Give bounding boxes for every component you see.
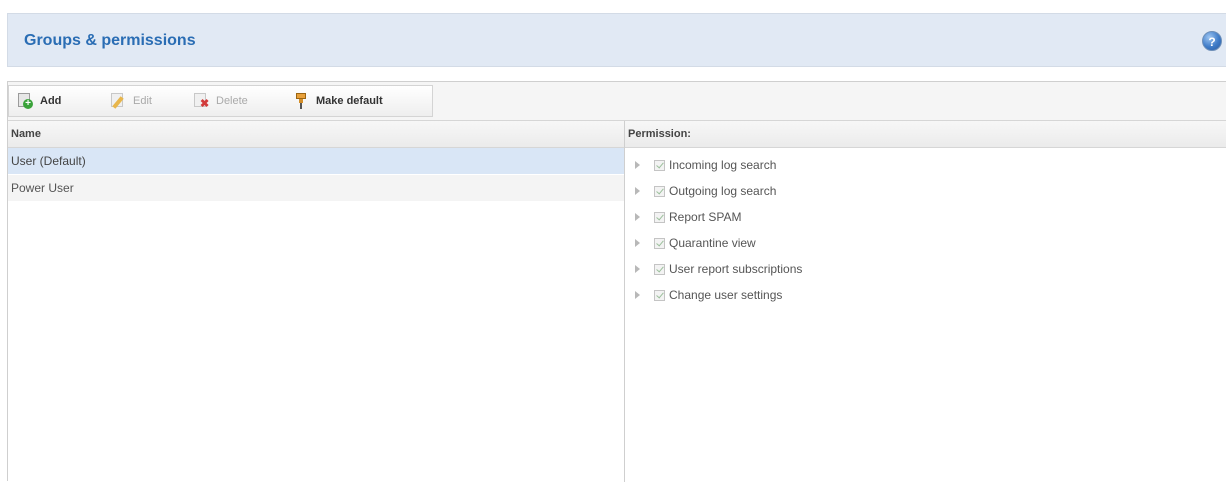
add-icon: + [17,93,33,109]
page-header: Groups & permissions ? [7,13,1226,67]
permission-item: Outgoing log search [625,178,1226,204]
permission-label: Outgoing log search [669,184,777,198]
permission-item: Quarantine view [625,230,1226,256]
permission-item: Incoming log search [625,152,1226,178]
group-row[interactable]: Power User [8,175,624,202]
groups-list: Name User (Default) Power User [8,121,625,482]
help-icon[interactable]: ? [1202,31,1222,51]
permission-item: Change user settings [625,282,1226,308]
permission-label: Report SPAM [669,210,742,224]
permission-column-header: Permission: [625,121,1226,148]
permission-label: User report subscriptions [669,262,803,276]
page-title: Groups & permissions [24,32,196,49]
groups-panel: + Add Edit ✖ Delete Make default Name Us… [7,81,1226,482]
permission-checkbox[interactable] [654,211,665,223]
expand-arrow-icon[interactable] [635,213,640,221]
permission-checkbox[interactable] [654,159,665,171]
expand-arrow-icon[interactable] [635,239,640,247]
expand-arrow-icon[interactable] [635,291,640,299]
toolbar: + Add Edit ✖ Delete Make default [8,82,1226,121]
permission-item: Report SPAM [625,204,1226,230]
delete-button-label: Delete [216,95,248,107]
permission-label: Incoming log search [669,158,777,172]
add-button[interactable]: + Add [17,86,61,116]
permissions-tree: Permission: Incoming log search Outgoing… [625,121,1226,482]
group-row[interactable]: User (Default) [8,148,624,175]
expand-arrow-icon[interactable] [635,265,640,273]
delete-icon: ✖ [193,93,209,110]
add-button-label: Add [40,95,62,107]
permission-item: User report subscriptions [625,256,1226,282]
permission-checkbox[interactable] [654,263,665,275]
pin-icon [293,93,309,109]
permission-label: Change user settings [669,288,783,302]
edit-button[interactable]: Edit [110,86,152,116]
delete-button[interactable]: ✖ Delete [193,86,248,116]
name-column-header[interactable]: Name [8,121,624,148]
permission-checkbox[interactable] [654,185,665,197]
edit-icon [110,93,126,109]
permission-list: Incoming log search Outgoing log search … [625,148,1226,308]
expand-arrow-icon[interactable] [635,187,640,195]
make-default-button-label: Make default [316,95,383,107]
permission-checkbox[interactable] [654,289,665,301]
edit-button-label: Edit [133,95,152,107]
expand-arrow-icon[interactable] [635,161,640,169]
permission-label: Quarantine view [669,236,756,250]
make-default-button[interactable]: Make default [293,86,383,116]
permission-checkbox[interactable] [654,237,665,249]
toolbar-button-group: + Add Edit ✖ Delete Make default [8,85,433,117]
